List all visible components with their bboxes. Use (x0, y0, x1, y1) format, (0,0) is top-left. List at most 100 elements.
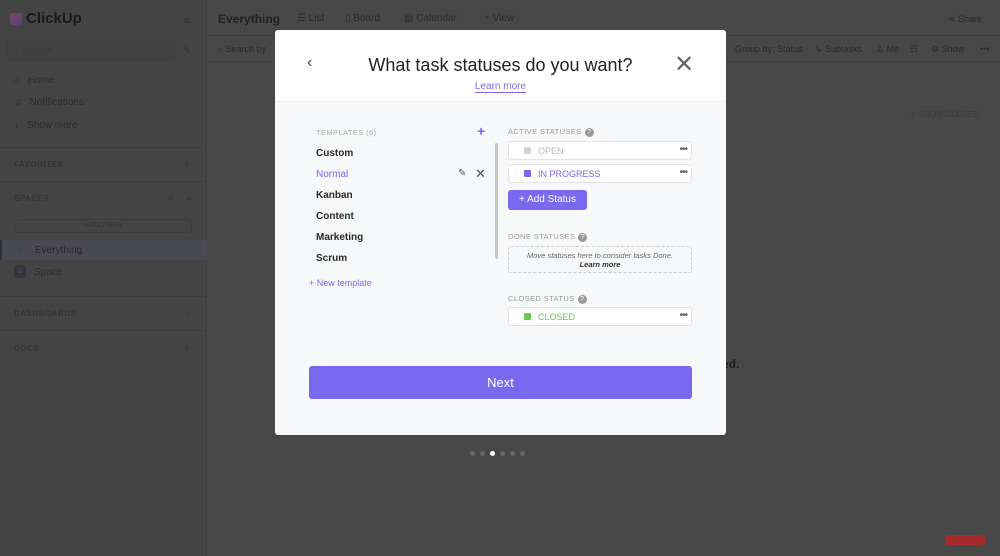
status-color-swatch[interactable] (524, 170, 531, 177)
home-icon: ⌂ (14, 75, 21, 86)
chevron-right-icon[interactable]: › (185, 158, 188, 169)
tab-board[interactable]: ▯ Board (345, 13, 380, 24)
template-item[interactable]: Kanban (316, 190, 353, 201)
status-closed[interactable]: CLOSED ••• (508, 307, 692, 326)
sidebar-search-input[interactable]: ⌕ Search (5, 40, 176, 62)
page-title: Everything (218, 12, 281, 26)
task-search-input[interactable]: ⌕ Search by (218, 44, 266, 55)
space-avatar: S (14, 265, 26, 278)
closed-status-header: CLOSED STATUS? (508, 294, 587, 304)
group-by-button[interactable]: Group by: Status (735, 44, 803, 54)
spaces-section: SPACES (14, 194, 50, 203)
subtasks-button[interactable]: ↳ Subtasks (815, 44, 862, 55)
pager-dot[interactable] (520, 451, 525, 456)
header-label: DONE STATUSES (508, 232, 576, 241)
pager-dot[interactable] (470, 451, 475, 456)
share-button[interactable]: ⋖ Share (948, 14, 982, 25)
step-pager (470, 451, 525, 456)
divider (0, 147, 207, 148)
bolt-icon[interactable]: ϟ (184, 44, 190, 56)
status-in-progress[interactable]: ⋮⋮ IN PROGRESS ••• (508, 164, 692, 183)
item-label: Everything (35, 245, 83, 256)
tab-label: List (308, 13, 325, 24)
modal-title: What task statuses do you want? (368, 55, 633, 75)
add-status-button[interactable]: + Add Status (508, 190, 587, 210)
dashboards-section[interactable]: DASHBOARDS (14, 309, 76, 318)
done-statuses-dropzone[interactable]: Move statuses here to consider tasks Don… (508, 246, 692, 273)
chevron-right-icon[interactable]: › (185, 307, 188, 318)
subscribe-watermark[interactable] (945, 535, 985, 545)
show-closed-label: SHOW CLOSED (918, 110, 979, 119)
new-template-link[interactable]: + New template (309, 278, 372, 288)
pager-dot[interactable] (490, 451, 495, 456)
status-open[interactable]: OPEN ••• (508, 141, 692, 160)
chevron-right-icon[interactable]: › (185, 342, 188, 353)
add-view-button[interactable]: + View (484, 13, 514, 24)
help-icon[interactable]: ? (577, 294, 587, 304)
template-item[interactable]: Content (316, 211, 354, 222)
learn-more-label: Learn more (474, 81, 527, 93)
template-item[interactable]: Custom (316, 148, 353, 159)
show-button[interactable]: ⚙ Show (931, 44, 964, 55)
tab-calendar[interactable]: ▤ Calendar (404, 13, 457, 24)
me-label: Me (886, 44, 900, 54)
divider (0, 181, 207, 182)
tab-list[interactable]: ☰ List (297, 13, 324, 24)
header-label: CLOSED STATUS (508, 294, 575, 303)
status-color-swatch[interactable] (524, 147, 531, 154)
nav-home[interactable]: ⌂ Home (14, 75, 55, 86)
status-label: OPEN (538, 146, 564, 156)
add-template-icon[interactable]: + (477, 123, 485, 139)
template-item[interactable]: Scrum (316, 253, 347, 264)
nav-label: Home (28, 75, 55, 86)
status-label: CLOSED (538, 312, 576, 322)
nav-notifications[interactable]: ♫ Notifications (14, 97, 84, 108)
more-options-button[interactable]: ••• (980, 44, 989, 54)
next-button[interactable]: Next (309, 366, 692, 399)
help-icon[interactable]: ? (584, 127, 594, 137)
sidebar-item-everything[interactable]: ⁘ Everything (0, 240, 207, 260)
pager-dot[interactable] (480, 451, 485, 456)
more-icon[interactable]: ••• (679, 144, 687, 155)
template-item[interactable]: Marketing (316, 232, 363, 243)
learn-more-link[interactable]: Learn more (275, 81, 726, 93)
pencil-icon[interactable]: ✎ (458, 168, 466, 179)
chevron-down-icon[interactable]: ⌄ (185, 192, 193, 203)
active-statuses-header: ACTIVE STATUSES? (508, 127, 594, 137)
done-learn-more-link[interactable]: Learn more (580, 260, 621, 269)
status-template-modal: ‹ What task statuses do you want? ✕ Lear… (275, 30, 726, 435)
nav-label: Notifications (29, 97, 84, 108)
share-label: Share (957, 14, 982, 24)
search-placeholder: Search (21, 45, 54, 56)
help-icon[interactable]: ? (578, 232, 588, 242)
pager-dot[interactable] (510, 451, 515, 456)
collapse-sidebar-icon[interactable]: « (183, 12, 190, 27)
favorites-section[interactable]: FAVORITES (14, 160, 63, 169)
close-icon[interactable]: ✕ (674, 50, 694, 79)
add-new-space-button[interactable]: + ADD NEW (14, 219, 192, 233)
clickup-logo[interactable]: ClickUp (10, 10, 82, 27)
status-color-swatch[interactable] (524, 313, 531, 320)
more-icon[interactable]: ••• (679, 310, 687, 321)
logo-icon (10, 12, 22, 25)
show-closed-button[interactable]: ✓ SHOW CLOSED (910, 110, 979, 119)
nav-show-more[interactable]: ↓ Show more (14, 120, 78, 131)
sidebar-item-space[interactable]: Space (34, 267, 62, 278)
status-label: IN PROGRESS (538, 169, 601, 179)
modal-header: ‹ What task statuses do you want? ✕ Lear… (275, 30, 726, 102)
template-item-selected[interactable]: Normal (316, 169, 348, 180)
done-hint: Move statuses here to consider tasks Don… (527, 251, 673, 260)
assignees-icon[interactable]: ☷ (910, 44, 918, 55)
tab-label: Board (353, 13, 380, 24)
docs-section[interactable]: DOCS (14, 344, 39, 353)
sidebar: ClickUp « ⌕ Search ϟ ⌂ Home ♫ Notification… (0, 0, 207, 556)
search-spaces-icon[interactable]: ⌕ (168, 192, 174, 203)
templates-scrollbar[interactable] (495, 143, 498, 259)
subtasks-label: Subtasks (825, 44, 863, 54)
more-icon[interactable]: ••• (679, 167, 687, 178)
brand-name: ClickUp (26, 10, 82, 27)
nav-label: Show more (27, 120, 78, 131)
me-button[interactable]: ♙ Me (876, 44, 899, 55)
delete-icon[interactable]: ✕ (475, 166, 486, 182)
pager-dot[interactable] (500, 451, 505, 456)
